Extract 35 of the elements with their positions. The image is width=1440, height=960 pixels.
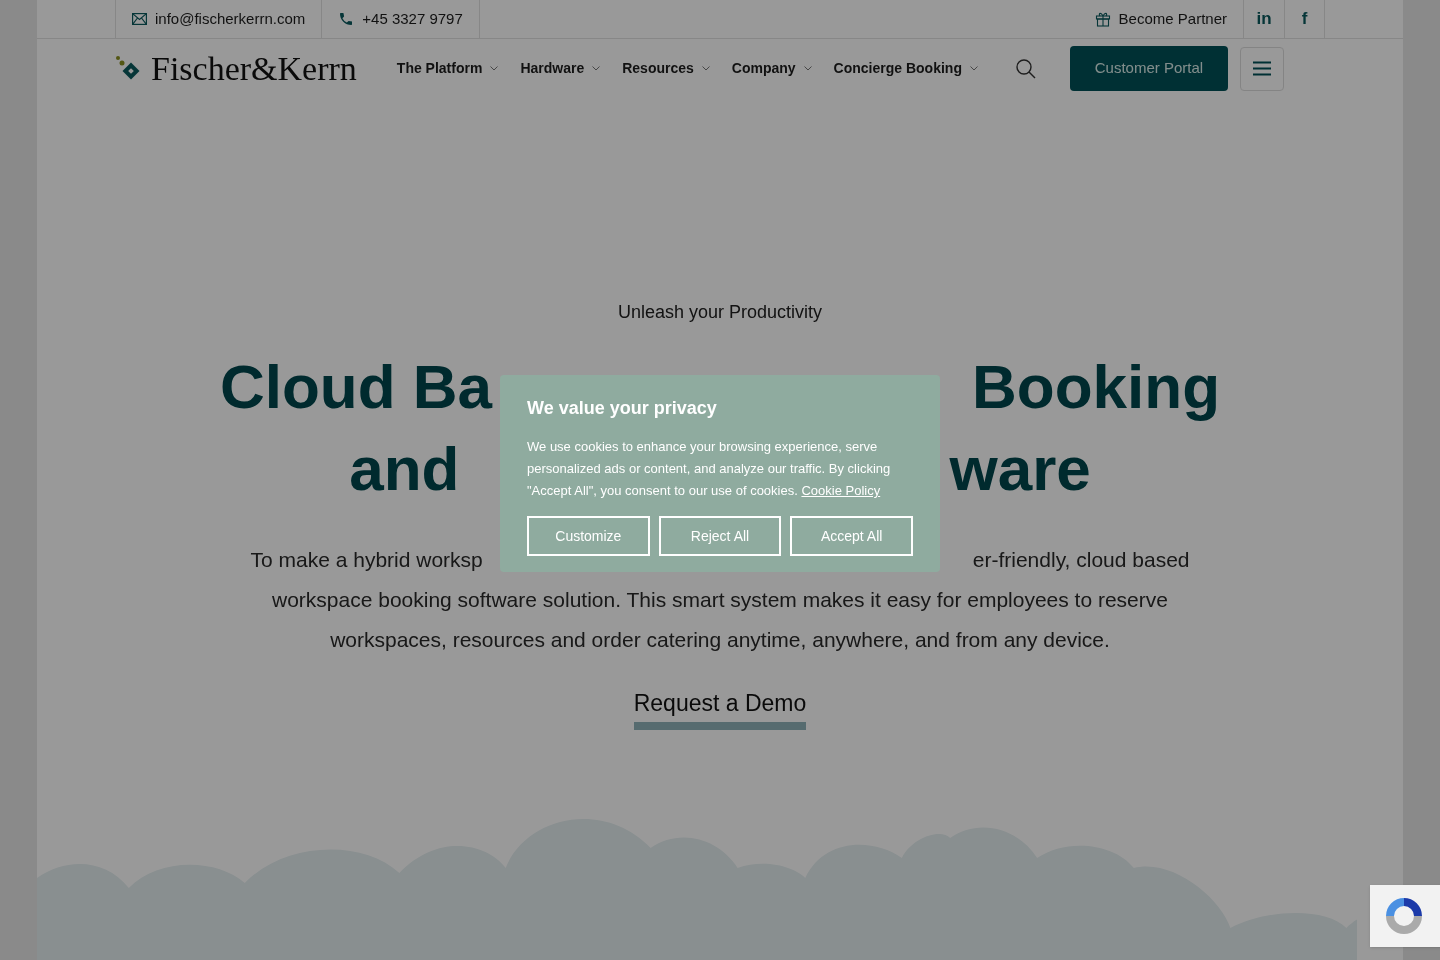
caret-icon — [592, 66, 601, 71]
phone-link[interactable]: +45 3327 9797 — [362, 7, 463, 31]
request-demo-link[interactable]: Request a Demo — [633, 689, 807, 730]
social-link[interactable]: f — [1284, 0, 1325, 38]
nav-item[interactable]: The Platform — [396, 58, 499, 79]
logo-text[interactable]: Fischer&Kerrn — [151, 51, 357, 86]
hero-paragraph-text: workspaces, resources and order catering anytime, anywhere, and from any device. — [330, 627, 1110, 653]
search-icon[interactable] — [1015, 58, 1036, 79]
menu-button[interactable] — [1239, 46, 1284, 91]
hero-heading-text: and — [349, 433, 460, 505]
hero-paragraph-text: To make a hybrid worksp — [250, 547, 483, 573]
nav-item[interactable]: Hardware — [520, 58, 601, 79]
caret-icon — [701, 66, 710, 71]
hero-heading-text: Booking — [972, 351, 1221, 423]
caret-icon — [490, 66, 499, 71]
mail-icon — [132, 13, 147, 25]
nav-item[interactable]: Company — [731, 58, 812, 79]
nav-item[interactable]: Concierge Booking — [833, 58, 978, 79]
caret-icon — [803, 66, 812, 71]
nav-item[interactable]: Resources — [622, 58, 710, 79]
become-partner-link[interactable]: Become Partner — [1118, 7, 1227, 31]
menu-icon — [1252, 61, 1271, 76]
email-link[interactable]: info@fischerkerrn.com — [155, 7, 306, 31]
customer-portal-button[interactable]: Customer Portal — [1069, 46, 1228, 91]
caret-icon — [969, 66, 978, 71]
hero-paragraph-text: workspace booking software solution. This smart system makes it easy for employees to reserve — [272, 587, 1168, 613]
dialog-title: We value your privacy — [527, 397, 718, 420]
phone-icon — [338, 11, 355, 27]
gift-icon — [1094, 11, 1111, 27]
hero-heading-text: Cloud Ba — [219, 351, 493, 423]
hero-paragraph-text: er-friendly, cloud based — [972, 547, 1190, 573]
dialog-text: We use cookies to enhance your browsing experience, serve personalized ads or content, and analyze our traffic. By clicking "Accept All", you consent to our use of cookies. Cookie Policy — [527, 438, 892, 500]
social-link[interactable]: in — [1243, 0, 1284, 38]
hero-eyebrow: Unleash your Productivity — [617, 301, 823, 324]
hero-heading-text: ware — [949, 433, 1091, 505]
